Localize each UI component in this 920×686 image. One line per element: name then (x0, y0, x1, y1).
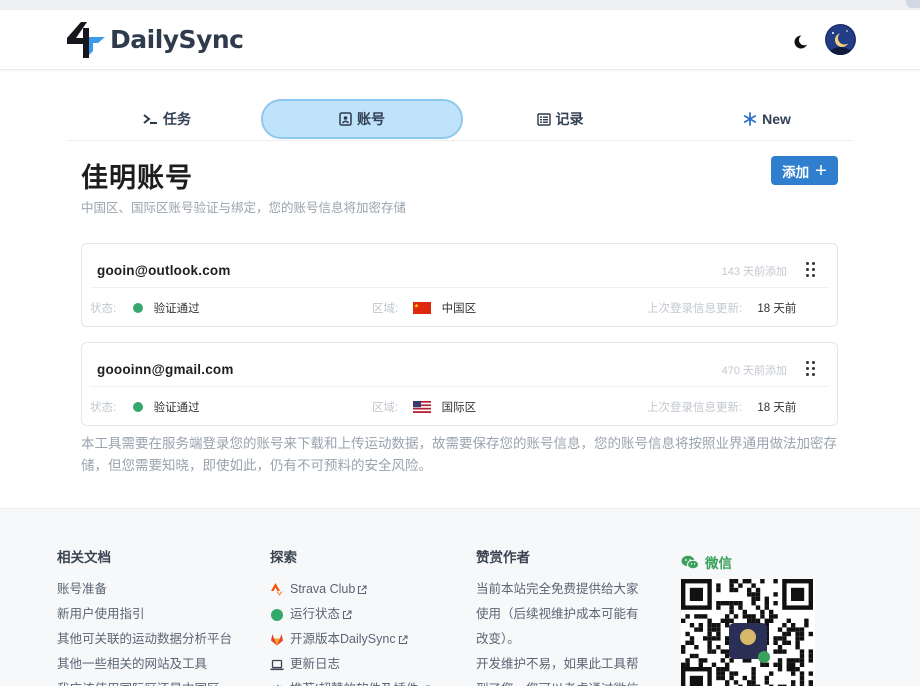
region-label: 区域: (372, 303, 399, 315)
region-row: 区域: 中国区 (372, 300, 476, 316)
last-update-row: 上次登录信息更新: 18 天前 (647, 300, 796, 316)
explore-link-label: 运行状态 (290, 607, 341, 621)
footer-docs: 相关文档 账号准备 新用户使用指引 其他可关联的运动数据分析平台 其他一些相关的… (57, 546, 232, 686)
footer-sponsor-title: 赞赏作者 (476, 550, 530, 565)
status-dot-icon (133, 402, 144, 412)
account-card: gooin@outlook.com 143 天前添加 状态: 验证通过 区域: … (81, 243, 838, 327)
id-card-icon (339, 112, 352, 126)
sponsor-text: 开发维护不易，如果此工具帮到了您，您可以考虑通过微信 (476, 657, 639, 686)
region-label: 区域: (372, 402, 399, 414)
status-dot-icon (270, 608, 284, 622)
wechat-label: 微信 (705, 556, 732, 571)
footer-docs-title: 相关文档 (57, 550, 111, 565)
footer-explore-title: 探索 (270, 550, 297, 565)
tab-label: 账号 (357, 111, 385, 127)
explore-link-recommend[interactable]: 推荐!超赞的软件及插件 (270, 677, 431, 686)
status-row: 状态: 验证通过 (90, 300, 200, 316)
app-logo[interactable]: DailySync (67, 20, 244, 58)
status-dot-icon (133, 303, 144, 313)
tab-tasks[interactable]: 任务 (67, 99, 267, 139)
app-name: DailySync (110, 24, 244, 54)
account-added-time: 470 天前添加 (721, 365, 787, 377)
external-link-icon (358, 584, 367, 594)
region-value: 国际区 (441, 402, 477, 414)
last-update-value: 18 天前 (757, 402, 797, 414)
moon-icon[interactable] (791, 33, 809, 51)
tab-records[interactable]: 记录 (460, 99, 660, 139)
wechat-heading: 微信 (681, 552, 732, 572)
main-tabs: 任务 账号 记录 New (67, 99, 853, 141)
doc-link[interactable]: 其他可关联的运动数据分析平台 (57, 627, 232, 652)
account-card: goooinn@gmail.com 470 天前添加 状态: 验证通过 区域: … (81, 342, 838, 426)
explore-link-label: 开源版本DailySync (290, 632, 396, 646)
dailysync-logo-icon (67, 22, 105, 58)
external-link-icon (398, 634, 408, 644)
terminal-icon (143, 114, 157, 124)
last-update-label: 上次登录信息更新: (647, 402, 743, 414)
strava-icon (270, 583, 284, 597)
wechat-icon (681, 555, 699, 569)
drag-handle-icon[interactable] (805, 260, 817, 280)
strip-corner (906, 0, 920, 8)
region-value: 中国区 (441, 303, 477, 315)
status-row: 状态: 验证通过 (90, 399, 200, 415)
browser-top-strip (0, 0, 920, 10)
drag-handle-icon[interactable] (805, 359, 817, 379)
add-account-button[interactable]: 添加 + (771, 156, 838, 185)
laptop-icon (270, 658, 284, 672)
explore-link-changelog[interactable]: 更新日志 (270, 652, 430, 677)
explore-link-opensource[interactable]: 开源版本DailySync (270, 627, 430, 652)
explore-link-label: 推荐!超赞的软件及插件 (290, 677, 418, 686)
sponsor-text: 当前本站完全免费提供给大家使用（后续视维护成本可能有改变）。 (476, 582, 639, 646)
account-added-time: 143 天前添加 (721, 266, 787, 278)
last-update-label: 上次登录信息更新: (647, 303, 743, 315)
china-flag (413, 302, 432, 314)
list-icon (536, 112, 551, 126)
footer-sponsor: 赞赏作者 当前本站完全免费提供给大家使用（后续视维护成本可能有改变）。 开发维护… (476, 546, 644, 686)
snowflake-icon (743, 112, 757, 126)
footer-explore: 探索 Strava Club 运行状态 开源版本DailySync 更新日志 推… (270, 546, 431, 686)
add-button-label: 添加 (782, 164, 810, 180)
page-title: 佳明账号 (81, 163, 193, 193)
page-subtitle: 中国区、国际区账号验证与绑定，您的账号信息将加密存储 (81, 201, 407, 215)
card-divider (90, 386, 829, 387)
status-value: 验证通过 (153, 303, 200, 315)
last-update-value: 18 天前 (757, 303, 797, 315)
tab-new[interactable]: New (667, 99, 867, 139)
explore-link-strava[interactable]: Strava Club (270, 577, 430, 602)
status-value: 验证通过 (153, 402, 200, 414)
account-email: goooinn@gmail.com (97, 362, 234, 377)
tab-label: New (762, 111, 791, 127)
security-notice: 本工具需要在服务端登录您的账号来下载和上传运动数据，故需要保存您的账号信息，您的… (81, 436, 837, 473)
user-avatar[interactable] (825, 24, 856, 55)
usa-flag (413, 401, 432, 413)
site-footer: 相关文档 账号准备 新用户使用指引 其他可关联的运动数据分析平台 其他一些相关的… (0, 508, 920, 686)
doc-link[interactable]: 我应该使用国际区还是中国区 (57, 677, 232, 686)
account-email: gooin@outlook.com (97, 263, 231, 278)
doc-link[interactable]: 其他一些相关的网站及工具 (57, 652, 232, 677)
code-icon (270, 683, 284, 686)
last-update-row: 上次登录信息更新: 18 天前 (647, 399, 796, 415)
card-divider (90, 287, 829, 288)
wechat-qr-code (681, 579, 815, 686)
plus-icon: + (815, 159, 827, 182)
region-row: 区域: 国际区 (372, 399, 476, 415)
tab-accounts[interactable]: 账号 (261, 99, 463, 139)
status-label: 状态: (90, 303, 117, 315)
explore-link-status[interactable]: 运行状态 (270, 602, 430, 627)
explore-link-label: 更新日志 (290, 657, 341, 671)
explore-link-label: Strava Club (290, 582, 356, 596)
status-label: 状态: (90, 402, 117, 414)
tab-label: 任务 (163, 111, 191, 127)
external-link-icon (342, 609, 352, 619)
tab-label: 记录 (555, 111, 584, 127)
doc-link[interactable]: 新用户使用指引 (57, 602, 232, 627)
gitlab-icon (270, 633, 284, 647)
top-header: DailySync (0, 10, 920, 70)
doc-link[interactable]: 账号准备 (57, 577, 232, 602)
